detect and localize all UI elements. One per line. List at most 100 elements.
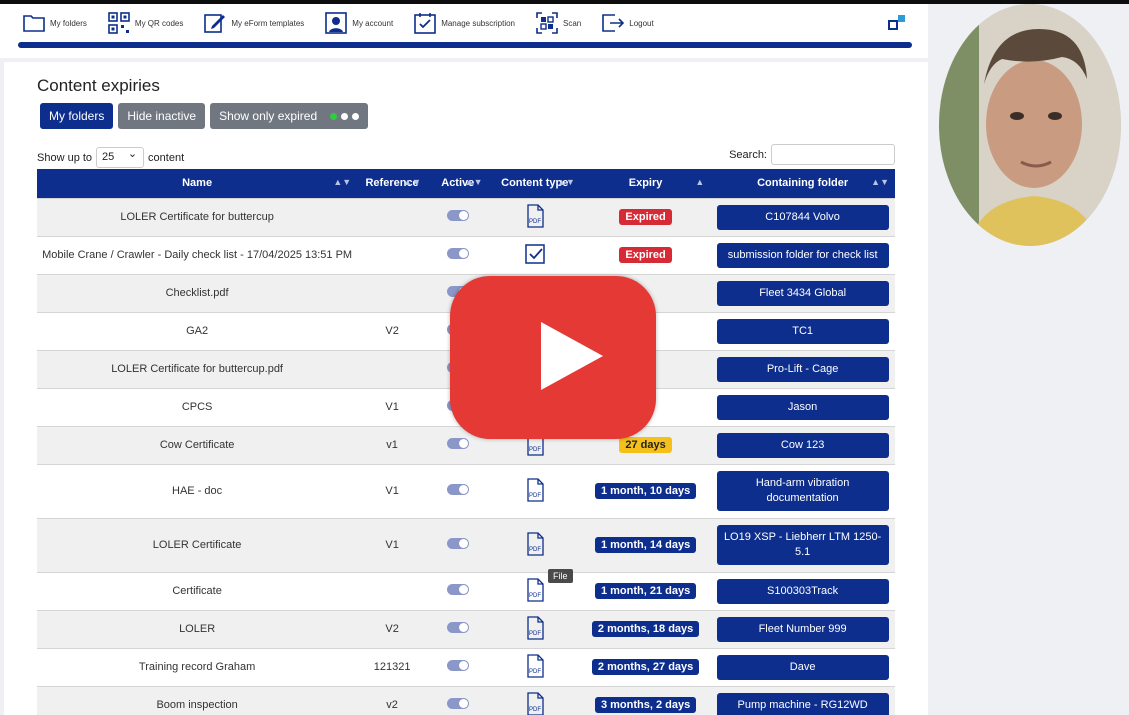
active-toggle[interactable] [446,698,469,710]
nav-my-account[interactable]: My account [324,11,393,35]
column-header-content-type[interactable]: Content type ▲▼ [489,169,581,198]
cell-active [427,518,489,572]
cell-content-type: PDF [489,464,581,518]
pdf-file-icon[interactable]: PDF [525,577,545,602]
table-row[interactable]: LOLER Certificate for buttercup PDF Expire… [37,198,895,236]
folder-link[interactable]: Jason [716,394,889,420]
table-body: LOLER Certificate for buttercup PDF Expire… [37,198,895,715]
cell-name: Mobile Crane / Crawler - Daily check lis… [42,249,353,261]
folder-link[interactable]: S100303Track [716,578,889,604]
hide-inactive-button[interactable]: Hide inactive [118,103,206,129]
active-toggle[interactable] [446,438,469,449]
pdf-label: PDF [529,631,541,637]
play-icon [541,322,603,390]
folder-link[interactable]: LO19 XSP - Liebherr LTM 1250-5.1 [716,525,889,565]
cell-reference: V1 [385,539,399,551]
active-toggle[interactable] [446,660,469,671]
active-toggle[interactable] [446,210,469,221]
cell-content-type: PDF [489,686,581,715]
cell-folder: C107844 Volvo [710,198,895,236]
cell-expiry: Expired [581,198,710,236]
app-switcher-icon[interactable] [887,13,907,33]
cell-active [427,572,489,610]
folder-link[interactable]: Pro-Lift - Cage [716,356,889,382]
active-toggle[interactable] [446,484,469,495]
active-toggle[interactable] [446,538,469,549]
cell-reference: V1 [385,401,399,413]
nav-my-folders[interactable]: My folders [22,11,87,35]
cell-expiry: 2 months, 18 days [581,610,710,648]
column-header-containing-folder[interactable]: Containing folder ▲▼ [710,169,895,198]
pdf-file-icon[interactable]: PDF [525,531,545,556]
folder-link[interactable]: Fleet 3434 Global [716,280,889,306]
nav-manage-subscription[interactable]: Manage subscription [413,11,515,35]
content-table: Name ▲▼ Reference ▲▼ Active ▲▼ Content type… [37,169,895,715]
active-toggle[interactable] [446,622,469,633]
table-row[interactable]: LOLER Certificate V1 PDF 1 month, 14 days LO… [37,518,895,572]
nav-label: My eForm templates [231,18,305,28]
edit-icon [204,14,226,33]
expiry-badge: Expired [619,247,672,263]
cell-name: Training record Graham [138,661,256,673]
nav-eform-templates[interactable]: My eForm templates [203,11,304,35]
cell-name: LOLER [179,623,216,635]
folder-link[interactable]: Pump machine - RG12WD [716,692,889,715]
cell-content-type [489,236,581,274]
search-input[interactable] [771,144,895,165]
pdf-file-icon[interactable]: PDF [525,692,545,715]
column-header-name[interactable]: Name ▲▼ [37,169,357,198]
table-controls: Show up to 25 content Search: [37,144,895,168]
cell-folder: Dave [710,648,895,686]
cell-name: Cow Certificate [159,439,235,451]
cell-folder: TC1 [710,312,895,350]
qr-code-icon [108,12,130,34]
video-play-button[interactable] [450,276,656,439]
folder-link[interactable]: submission folder for check list [716,242,889,268]
cell-content-type: PDF [489,648,581,686]
pdf-file-icon[interactable]: PDF [525,477,545,502]
column-header-active[interactable]: Active ▲▼ [427,169,489,198]
folder-link[interactable]: TC1 [716,318,889,344]
page-size-select[interactable]: 25 [96,145,145,168]
folder-link[interactable]: Cow 123 [716,432,889,458]
table-row[interactable]: Boom inspection v2 PDF 3 months, 2 days Pump… [37,686,895,715]
cell-active [427,198,489,236]
cell-name: Certificate [172,585,222,597]
cell-content-type: PDF [489,610,581,648]
table-row[interactable]: Mobile Crane / Crawler - Daily check lis… [37,236,895,274]
nav-scan[interactable]: Scan [535,11,581,35]
table-row[interactable]: HAE - doc V1 PDF 1 month, 10 days Hand-arm v… [37,464,895,518]
pdf-file-icon[interactable]: PDF [525,653,545,678]
table-row[interactable]: LOLER V2 PDF 2 months, 18 days Fleet Number … [37,610,895,648]
table-row[interactable]: Training record Graham 121321 PDF 2 months,… [37,648,895,686]
column-header-expiry[interactable]: Expiry ▲ [581,169,710,198]
scan-icon [536,12,558,34]
active-toggle[interactable] [446,584,469,595]
cell-reference: v2 [386,699,398,712]
expiry-badge: 1 month, 21 days [594,583,697,599]
folder-link[interactable]: Dave [716,654,889,680]
folder-link[interactable]: Hand-arm vibration documentation [716,471,889,511]
active-toggle[interactable] [446,248,469,259]
checklist-icon[interactable] [524,242,545,266]
folder-link[interactable]: C107844 Volvo [716,204,889,230]
presenter-video-icon [939,4,1121,246]
search-control: Search: [729,144,895,165]
nav-logout[interactable]: Logout [601,11,654,35]
column-header-reference[interactable]: Reference ▲▼ [357,169,427,198]
cell-name: HAE - doc [172,485,223,497]
nav-label: Manage subscription [441,18,516,28]
cell-folder: Jason [710,388,895,426]
show-expired-button[interactable]: Show only expired [210,103,369,129]
pdf-file-icon[interactable]: PDF [525,615,545,640]
my-folders-button[interactable]: My folders [40,103,114,129]
cell-reference [357,350,427,388]
cell-folder: Pro-Lift - Cage [710,350,895,388]
pdf-file-icon[interactable]: PDF [525,203,545,228]
nav-my-qr-codes[interactable]: My QR codes [107,11,183,35]
cell-folder: Cow 123 [710,426,895,464]
folder-link[interactable]: Fleet Number 999 [716,616,889,642]
table-row[interactable]: Certificate PDF 1 month, 21 days S100303Tra… [37,572,895,610]
pdf-label: PDF [529,593,541,599]
show-expired-label: Show only expired [219,109,318,123]
